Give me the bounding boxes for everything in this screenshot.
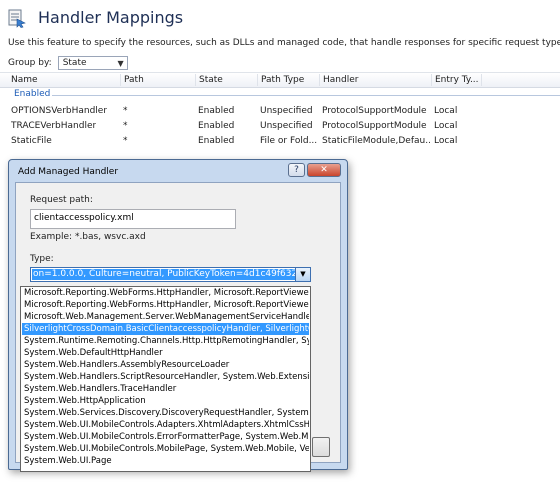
row-state: Enabled bbox=[198, 106, 235, 116]
column-header-state[interactable]: State bbox=[195, 74, 257, 86]
request-path-input[interactable]: clientaccesspolicy.xml bbox=[30, 209, 236, 229]
handler-mappings-icon bbox=[8, 9, 26, 28]
column-header-name[interactable]: Name bbox=[8, 74, 120, 86]
column-header-handler[interactable]: Handler bbox=[319, 74, 431, 86]
row-name: TRACEVerbHandler bbox=[11, 121, 97, 131]
type-label: Type: bbox=[30, 254, 54, 264]
dropdown-option[interactable]: System.Web.Services.Discovery.DiscoveryR… bbox=[22, 407, 309, 419]
dropdown-option[interactable]: System.Web.DefaultHttpHandler bbox=[22, 347, 309, 359]
group-by-label: Group by: bbox=[8, 58, 52, 68]
group-by-bar: Group by: State ▼ bbox=[8, 55, 128, 71]
request-path-label: Request path: bbox=[30, 195, 93, 205]
dropdown-option[interactable]: System.Web.UI.MobileControls.ErrorFormat… bbox=[22, 431, 309, 443]
group-by-select[interactable]: State ▼ bbox=[57, 56, 128, 70]
request-path-example: Example: *.bas, wsvc.axd bbox=[30, 232, 146, 242]
dropdown-option[interactable]: System.Runtime.Remoting.Channels.Http.Ht… bbox=[22, 335, 309, 347]
row-path-type: Unspecified bbox=[260, 121, 313, 131]
row-handler: ProtocolSupportModule bbox=[322, 106, 427, 116]
table-row[interactable]: StaticFile * Enabled File or Fold... Sta… bbox=[0, 135, 560, 149]
row-name: StaticFile bbox=[11, 136, 52, 146]
row-path: * bbox=[123, 121, 128, 131]
group-by-value: State bbox=[62, 58, 87, 68]
chevron-down-icon[interactable]: ▼ bbox=[295, 268, 310, 281]
dropdown-option[interactable]: System.Web.HttpApplication bbox=[22, 395, 309, 407]
row-entry-type: Local bbox=[434, 106, 458, 116]
dialog-title: Add Managed Handler bbox=[18, 167, 119, 177]
chevron-down-icon: ▼ bbox=[117, 59, 124, 68]
dropdown-option[interactable]: Microsoft.Reporting.WebForms.HttpHandler… bbox=[22, 287, 309, 299]
column-header-entry-type[interactable]: Entry Ty... bbox=[431, 74, 481, 86]
group-header-enabled[interactable]: Enabled bbox=[8, 88, 560, 102]
dropdown-option[interactable]: System.Web.Handlers.TraceHandler bbox=[22, 383, 309, 395]
row-state: Enabled bbox=[198, 136, 235, 146]
row-path-type: Unspecified bbox=[260, 106, 313, 116]
row-name: OPTIONSVerbHandler bbox=[11, 106, 108, 116]
help-button[interactable]: ? bbox=[288, 163, 305, 177]
close-icon: ✕ bbox=[320, 165, 328, 175]
row-handler: ProtocolSupportModule bbox=[322, 121, 427, 131]
dropdown-option[interactable]: System.Web.UI.MobileControls.MobilePage,… bbox=[22, 443, 309, 455]
dropdown-option[interactable]: System.Web.Handlers.AssemblyResourceLoad… bbox=[22, 359, 309, 371]
column-header-path-type[interactable]: Path Type bbox=[257, 74, 319, 86]
dropdown-option[interactable]: System.Web.UI.MobileControls.Adapters.Xh… bbox=[22, 419, 309, 431]
table-row[interactable]: TRACEVerbHandler * Enabled Unspecified P… bbox=[0, 120, 560, 134]
dropdown-option[interactable]: Microsoft.Web.Management.Server.WebManag… bbox=[22, 311, 309, 323]
group-divider bbox=[52, 95, 560, 96]
column-header-path[interactable]: Path bbox=[120, 74, 195, 86]
page-description: Use this feature to specify the resource… bbox=[8, 38, 560, 48]
help-icon: ? bbox=[294, 165, 299, 175]
dropdown-option-selected[interactable]: SilverlightCrossDomain.BasicClientaccess… bbox=[22, 323, 309, 335]
column-header-empty bbox=[481, 74, 560, 86]
close-button[interactable]: ✕ bbox=[307, 163, 341, 177]
row-path: * bbox=[123, 106, 128, 116]
dropdown-option[interactable]: Microsoft.Reporting.WebForms.HttpHandler… bbox=[22, 299, 309, 311]
type-dropdown-list: Microsoft.Reporting.WebForms.HttpHandler… bbox=[20, 286, 311, 472]
dropdown-option[interactable]: System.Web.Handlers.ScriptResourceHandle… bbox=[22, 371, 309, 383]
grid-header: Name Path State Path Type Handler Entry … bbox=[0, 72, 560, 88]
group-label: Enabled bbox=[14, 89, 51, 99]
table-row[interactable]: OPTIONSVerbHandler * Enabled Unspecified… bbox=[0, 105, 560, 119]
row-entry-type: Local bbox=[434, 136, 458, 146]
type-combobox-value: on=1.0.0.0, Culture=neutral, PublicKeyTo… bbox=[32, 269, 297, 280]
row-path-type: File or Fold... bbox=[260, 136, 318, 146]
row-path: * bbox=[123, 136, 128, 146]
type-combobox[interactable]: on=1.0.0.0, Culture=neutral, PublicKeyTo… bbox=[30, 267, 311, 282]
dialog-button-partial[interactable] bbox=[312, 437, 330, 457]
dropdown-option[interactable]: System.Web.UI.Page bbox=[22, 455, 309, 467]
row-handler: StaticFileModule,Defau... bbox=[322, 136, 430, 146]
row-state: Enabled bbox=[198, 121, 235, 131]
row-entry-type: Local bbox=[434, 121, 458, 131]
page-title: Handler Mappings bbox=[38, 8, 184, 27]
